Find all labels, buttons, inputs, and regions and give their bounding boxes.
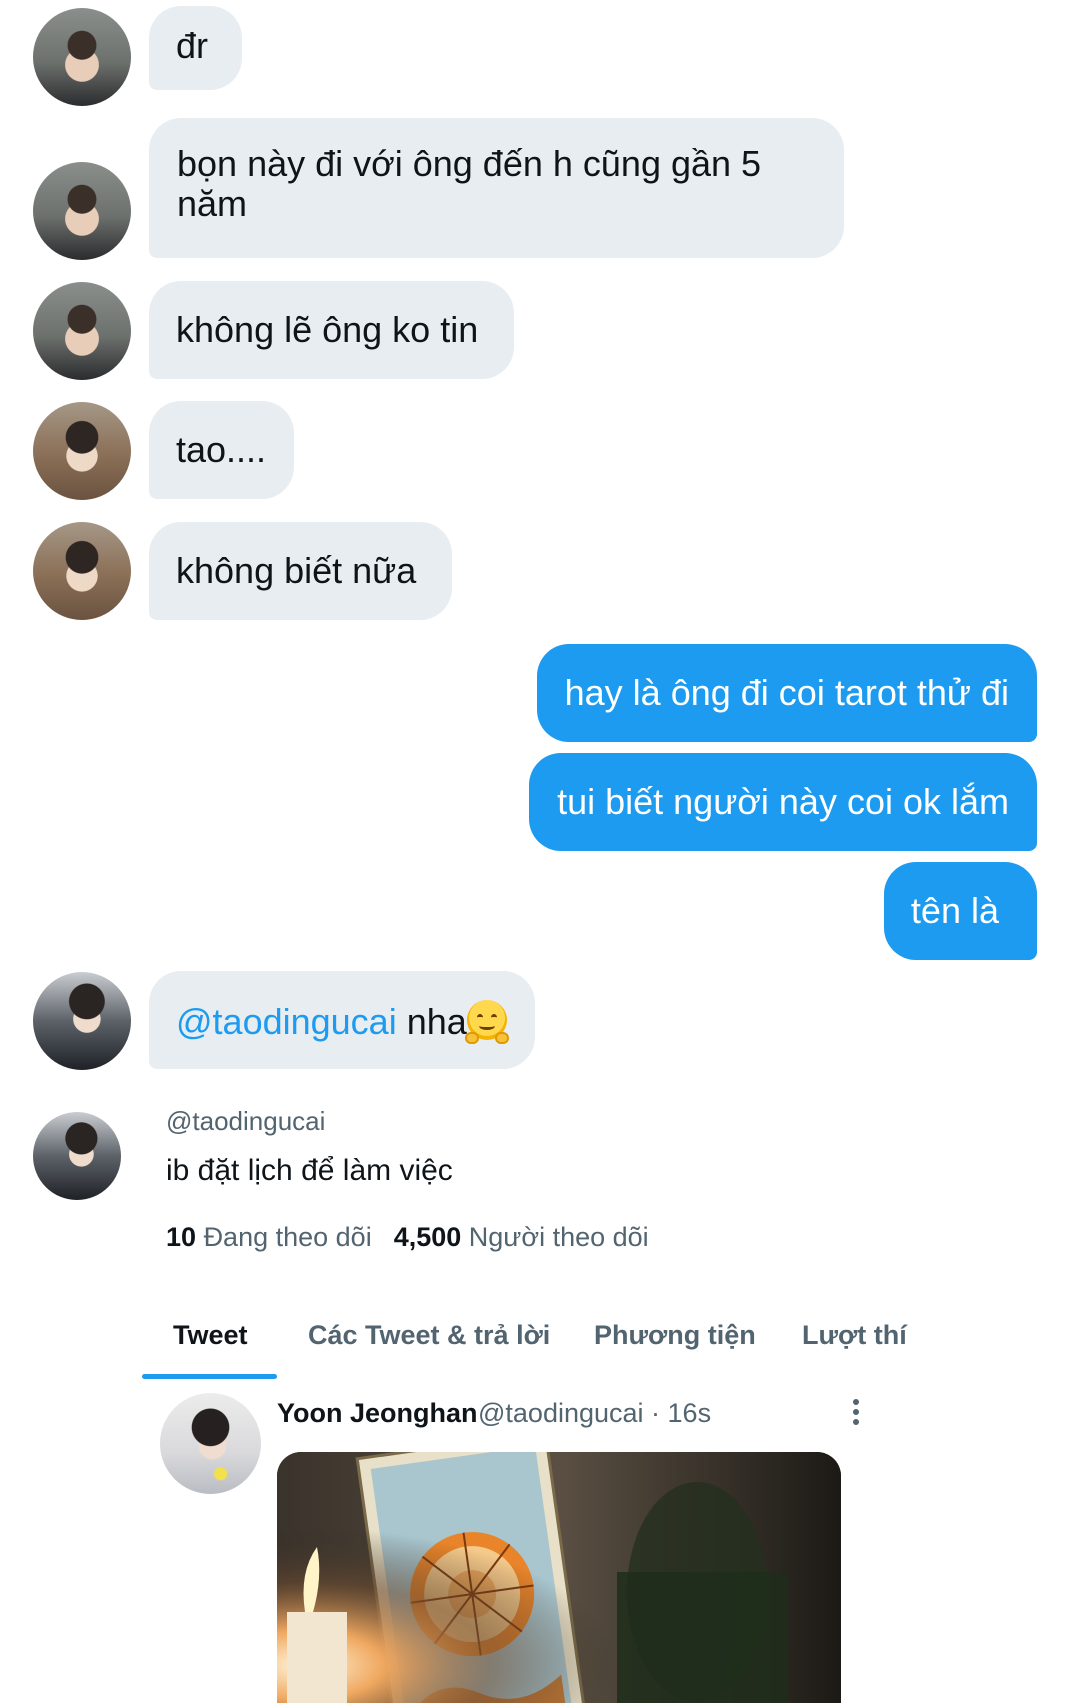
message-text: không biết nữa [176, 550, 417, 591]
profile-stats: 10 Đang theo dõi 4,500 Người theo dõi [166, 1222, 649, 1253]
tweet-author-avatar[interactable] [160, 1393, 261, 1494]
tweet-time: · 16s [651, 1398, 712, 1428]
followers-label: Người theo dõi [468, 1222, 649, 1252]
dm-conversation-screen: đr bọn này đi với ông đến h cũng gần 5 n… [0, 0, 1080, 1703]
sender-avatar[interactable] [33, 522, 131, 620]
profile-tabs: Tweet Các Tweet & trả lời Phương tiện Lư… [142, 1300, 1042, 1380]
message-bubble-incoming[interactable]: bọn này đi với ông đến h cũng gần 5 năm [149, 118, 844, 258]
mention-link[interactable]: @taodingucai [176, 1001, 397, 1042]
tab-media[interactable]: Phương tiện [594, 1320, 756, 1351]
message-text: tui biết người này coi ok lắm [557, 781, 1009, 822]
tweet-author-handle-time: @taodingucai · 16s [478, 1398, 711, 1429]
message-bubble-incoming[interactable]: tao.... [149, 401, 295, 499]
sender-avatar[interactable] [33, 972, 131, 1070]
following-label: Đang theo dõi [203, 1222, 372, 1252]
message-bubble-incoming[interactable]: @taodingucai nha [149, 971, 535, 1069]
message-text: tao.... [176, 429, 267, 470]
message-bubble-incoming[interactable]: không lẽ ông ko tin [149, 281, 515, 379]
followers-count: 4,500 [393, 1222, 462, 1252]
sender-avatar[interactable] [33, 282, 131, 380]
tab-likes[interactable]: Lượt thí [802, 1320, 907, 1351]
message-bubble-outgoing[interactable]: hay là ông đi coi tarot thử đi [536, 644, 1037, 742]
active-tab-indicator [142, 1374, 277, 1379]
tab-tweets[interactable]: Tweet [173, 1320, 248, 1351]
tweet-author-handle[interactable]: @taodingucai [478, 1398, 644, 1428]
message-text: nha [396, 1001, 467, 1042]
tweet-author-name[interactable]: Yoon Jeonghan [277, 1398, 478, 1429]
profile-bio: ib đặt lịch để làm việc [166, 1154, 453, 1187]
message-text-line: năm [177, 183, 248, 224]
sender-avatar[interactable] [33, 8, 131, 106]
following-count: 10 [166, 1222, 197, 1252]
message-text: không lẽ ông ko tin [176, 309, 479, 350]
message-bubble-outgoing[interactable]: tui biết người này coi ok lắm [529, 753, 1037, 851]
tarot-card-photo [277, 1452, 841, 1703]
message-text: tên là [910, 890, 999, 931]
tweet-media-image[interactable] [277, 1452, 841, 1703]
sender-avatar[interactable] [33, 402, 131, 500]
tab-tweets-and-replies[interactable]: Các Tweet & trả lời [308, 1320, 550, 1351]
message-bubble-incoming[interactable]: không biết nữa [149, 522, 453, 620]
message-text-line: bọn này đi với ông đến h cũng gần 5 [177, 143, 762, 184]
hugging-face-emoji-icon [464, 1000, 509, 1044]
message-bubble-incoming[interactable]: đr [149, 6, 243, 90]
message-text: đr [176, 25, 209, 66]
followers-stat[interactable]: 4,500 Người theo dõi [394, 1222, 649, 1252]
profile-avatar[interactable] [33, 1112, 121, 1200]
sender-avatar[interactable] [33, 162, 131, 260]
message-text: hay là ông đi coi tarot thử đi [564, 672, 1009, 713]
more-options-icon[interactable] [846, 1397, 866, 1427]
following-stat[interactable]: 10 Đang theo dõi [166, 1222, 372, 1252]
profile-handle[interactable]: @taodingucai [166, 1106, 325, 1137]
message-bubble-outgoing[interactable]: tên là [883, 862, 1037, 960]
